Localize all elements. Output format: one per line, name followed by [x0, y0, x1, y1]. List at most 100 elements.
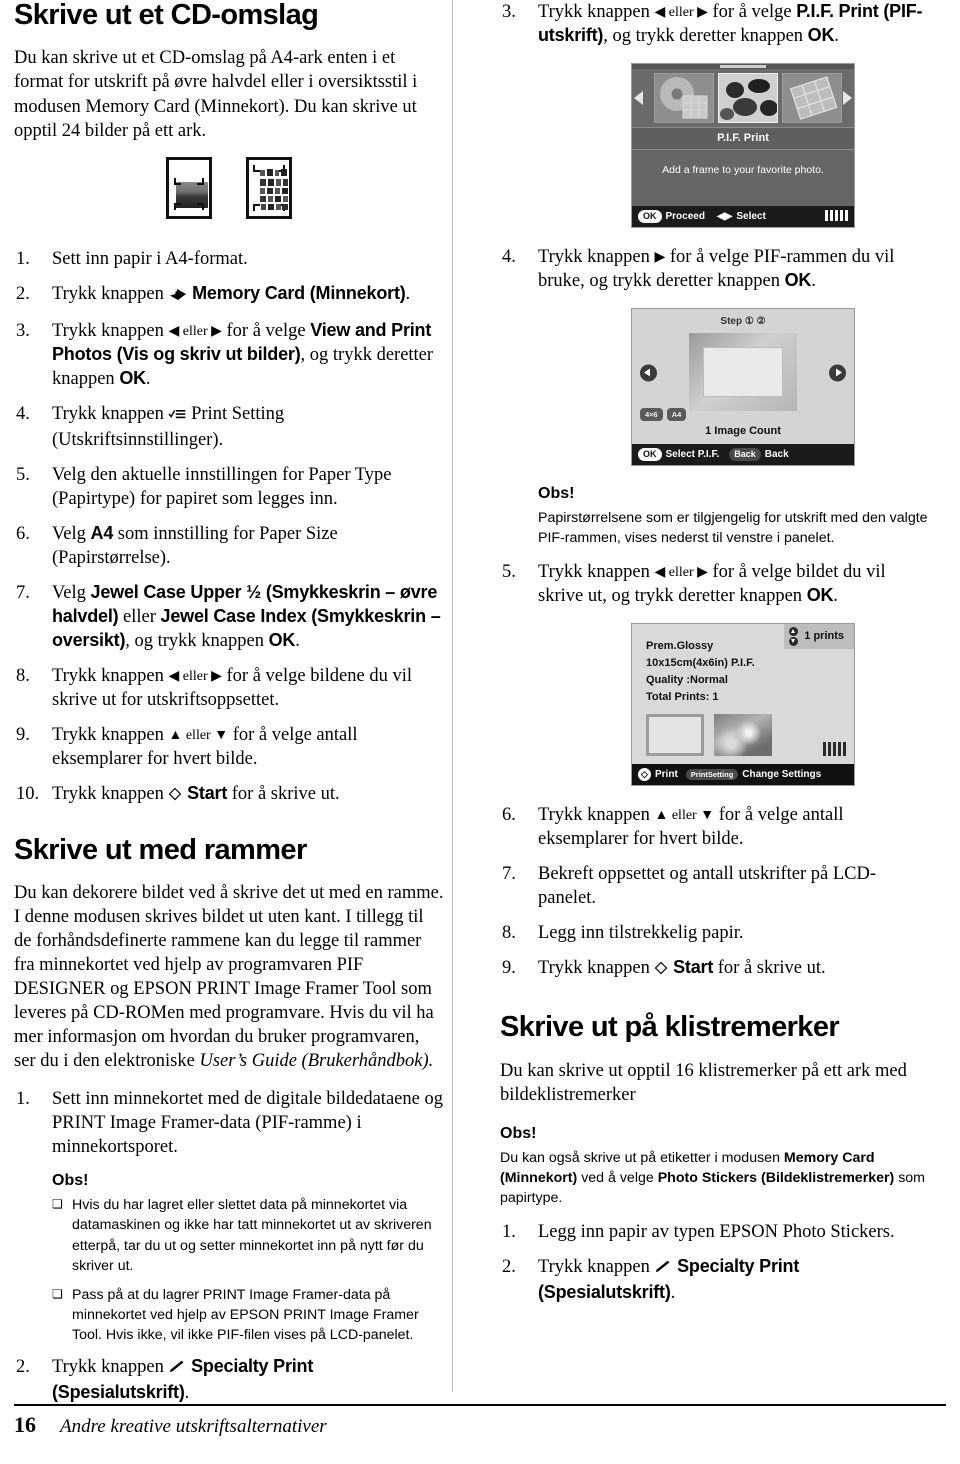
left-nav-arrow-icon[interactable] [640, 364, 657, 382]
bullet-square-icon: ❑ [52, 1197, 63, 1212]
list-item: 4. Trykk knappen Print Setting (Utskrift… [14, 402, 444, 452]
updown-arrow-icon [789, 626, 799, 646]
frame-thumbnail [646, 714, 704, 757]
note-photo-stickers: Obs! Du kan også skrive ut på etiketter … [500, 1123, 930, 1208]
step-text: Velg Jewel Case Upper ½ (Smykkeskrin – ø… [52, 582, 441, 652]
prints-count-label: 1 prints [804, 630, 844, 643]
ok-button-label: OK [119, 367, 146, 388]
note-bullet-list: ❑ Hvis du har lagret eller slettet data … [52, 1195, 444, 1345]
bullet-text: Hvis du har lagret eller slettet data på… [72, 1197, 432, 1274]
step-number: 6. [502, 805, 516, 826]
step-4-block: 4. Trykk knappen ▶ for å velge PIF-ramme… [500, 245, 930, 293]
index-cell [283, 195, 288, 202]
stickers-steps-list: 1. Legg inn papir av typen EPSON Photo S… [500, 1220, 930, 1305]
list-item: 8. Trykk knappen ◀ eller ▶ for å velge b… [14, 664, 444, 712]
lcd-screen-pif-print-menu: P.I.F. Print Add a frame to your favorit… [632, 64, 854, 227]
ok-button-label: OK [268, 630, 296, 651]
step-1-icon: ① [744, 315, 754, 327]
left-nav-arrow-icon[interactable] [634, 91, 643, 106]
cd-cover-layout-figure [14, 156, 444, 219]
step-text: Trykk knappen ◀ eller ▶ for å velge bild… [52, 666, 412, 711]
step-text: Trykk knappen ◀ eller ▶ for å velge P.I.… [538, 1, 923, 47]
list-item: 6. Trykk knappen ▲ eller ▼ for å velge a… [500, 803, 930, 851]
step-number: 5. [16, 464, 30, 485]
index-cell [267, 168, 273, 176]
frame-inner [703, 346, 783, 397]
paper-size-badge-a4: A4 [666, 407, 687, 421]
step-text: Trykk knappen ▲ eller ▼ for å velge anta… [52, 725, 358, 770]
manual-page: Skrive ut et CD-omslag Du kan skrive ut … [0, 0, 960, 1464]
list-item: 1. Sett inn minnekortet med de digitale … [14, 1087, 444, 1159]
step-number: 5. [502, 561, 516, 582]
list-item: 9. Trykk knappen ▲ eller ▼ for å velge a… [14, 723, 444, 771]
ok-key-icon: OK [638, 210, 662, 223]
lcd-step-indicator: Step ① ② [632, 309, 854, 331]
column-divider [452, 0, 453, 1392]
mode-tile-pif-print-selected[interactable] [718, 73, 778, 124]
page-number: 16 [14, 1412, 36, 1437]
lcd-footer-hints: ◇ Print PrintSetting Change Settings [632, 764, 854, 786]
mode-tile-sticker[interactable] [782, 73, 842, 124]
note-memory-card: Obs! ❑ Hvis du har lagret eller slettet … [52, 1170, 444, 1345]
step-text: Trykk knappen Print Setting (Utskriftsin… [52, 403, 285, 450]
list-item: 1. Sett inn papir i A4-format. [14, 247, 444, 271]
list-item: ❑ Pass på at du lagrer PRINT Image Frame… [52, 1285, 444, 1345]
mode-tile-cd[interactable] [654, 73, 714, 124]
list-item: 5. Velg den aktuelle innstillingen for P… [14, 463, 444, 511]
right-nav-arrow-icon[interactable] [829, 364, 846, 382]
step-text: Trykk knappen ◀ eller ▶ for å velge bild… [538, 561, 886, 606]
back-key-icon: Back [729, 447, 761, 461]
print-setting-key-icon: PrintSetting [685, 769, 739, 781]
arrow-buttons: ◀ eller ▶ [654, 5, 708, 20]
intro-paragraph: Du kan skrive ut et CD-omslag på A4-ark … [14, 48, 418, 141]
lcd-footer-hints: OK Proceed ◀▶ Select [632, 206, 854, 227]
step-text: Legg inn tilstrekkelig papir. [538, 923, 744, 944]
note-text: Du kan også skrive ut på etiketter i mod… [500, 1149, 925, 1206]
step-number: 10. [16, 784, 40, 805]
page-title: Skrive ut et CD-omslag [14, 0, 319, 31]
list-item: 7. Bekreft oppsettet og antall utskrifte… [500, 862, 930, 910]
index-cell [260, 187, 265, 194]
lcd-topbar-nub [720, 65, 766, 69]
index-cell [261, 203, 266, 210]
step-text: Velg A4 som innstilling for Paper Size (… [52, 523, 338, 569]
index-cell [282, 187, 288, 194]
select-pif-hint-text: Select P.I.F. [665, 448, 720, 460]
bullet-square-icon: ❑ [52, 1286, 63, 1301]
note-paper-sizes: Obs! Papirstørrelsene som er tilgjengeli… [538, 483, 930, 548]
page-footer: 16 Andre kreative utskriftsalternativer [14, 1404, 946, 1438]
start-diamond-icon [654, 958, 668, 982]
bullet-text: Pass på at du lagrer PRINT Image Framer-… [72, 1286, 419, 1344]
frames-intro-paragraph: Du kan dekorere bildet ved å skrive det … [14, 882, 444, 1072]
lcd-screen-select-pif-frame: Step ① ② 4×6 A4 1 Image Count OK Select … [632, 308, 854, 465]
index-layout-thumbnail [246, 156, 292, 219]
list-item: 3. Trykk knappen ◀ eller ▶ for å velge P… [500, 0, 930, 48]
arrow-buttons: ◀ eller ▶ [168, 323, 222, 339]
note-text: Papirstørrelsene som er tilgjengelig for… [538, 509, 928, 546]
index-cell [275, 195, 281, 202]
list-item: 2. Trykk knappen Specialty Print (Spesia… [500, 1255, 930, 1305]
start-diamond-icon [168, 784, 182, 808]
step-text: Trykk knappen Start for å skrive ut. [538, 956, 930, 982]
step-text: Trykk knappen ▲ eller ▼ for å velge anta… [538, 805, 844, 850]
footer-line: 16 Andre kreative utskriftsalternativer [14, 1412, 946, 1438]
index-cell [268, 195, 273, 202]
step-number: 8. [502, 923, 516, 944]
ok-button-label: OK [784, 269, 812, 290]
start-button-label: Start [187, 783, 228, 804]
step-number: 4. [16, 403, 30, 424]
prints-counter[interactable]: 1 prints [784, 623, 854, 649]
step-number: 8. [16, 666, 30, 687]
select-hint-text: Select [736, 210, 766, 222]
list-item: 1. Legg inn papir av typen EPSON Photo S… [500, 1220, 930, 1244]
mode-thumbnail-row [632, 69, 854, 127]
back-hint-text: Back [764, 448, 789, 460]
footer-chapter-title: Andre kreative utskriftsalternativer [60, 1416, 327, 1437]
step-number: 6. [16, 524, 30, 545]
lcd-screen-print-summary: 1 prints Prem.Glossy 10x15cm(4x6in) P.I.… [632, 623, 854, 786]
list-item: 6. Velg A4 som innstilling for Paper Siz… [14, 522, 444, 570]
lcd-footer-hints: OK Select P.I.F. Back Back [632, 443, 854, 465]
memory-card-icon [168, 284, 187, 308]
right-nav-arrow-icon[interactable] [843, 91, 852, 106]
index-cell [282, 203, 288, 210]
